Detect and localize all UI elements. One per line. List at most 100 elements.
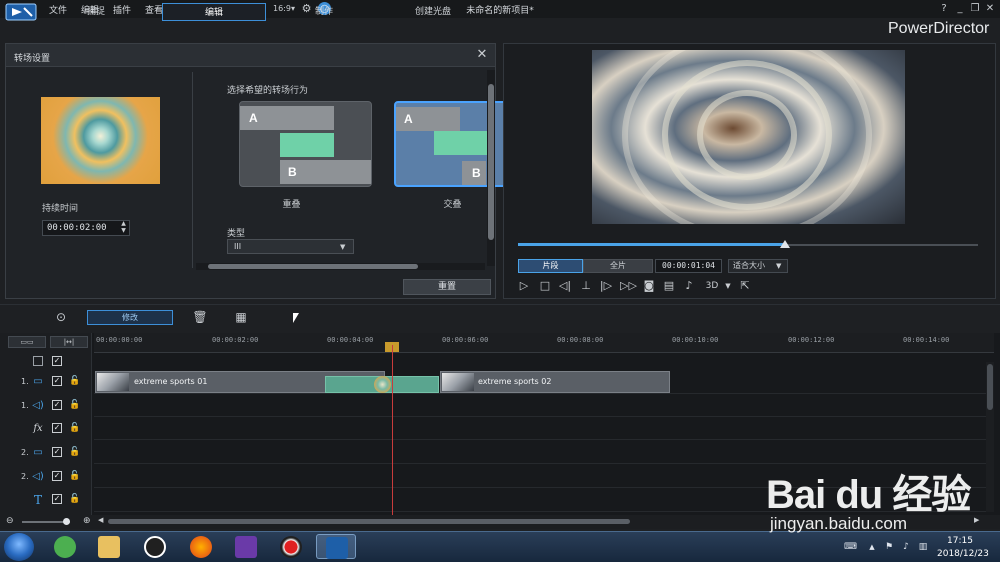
- track-enable-checkbox[interactable]: ✓: [52, 423, 62, 433]
- clock-time[interactable]: 17:15: [947, 536, 973, 546]
- clip-b-letter: B: [288, 165, 297, 179]
- lock-icon[interactable]: 🔓: [69, 469, 81, 483]
- undock-icon[interactable]: ⇱: [738, 279, 752, 293]
- preview-scrub-progress: [518, 243, 785, 246]
- prev-frame-icon[interactable]: ◁|: [558, 279, 572, 293]
- cross-region: [434, 131, 488, 155]
- watermark-url: jingyan.baidu.com: [770, 514, 908, 533]
- lock-icon[interactable]: 🔓: [69, 421, 81, 435]
- 3d-mode-button[interactable]: 3D: [704, 279, 720, 293]
- type-select[interactable]: III: [227, 239, 354, 254]
- fast-forward-icon[interactable]: ▷▷: [620, 279, 637, 293]
- subtitle-icon[interactable]: ▤: [662, 279, 676, 293]
- taskbar-app-explorer[interactable]: [89, 534, 129, 559]
- help-button[interactable]: ?: [937, 2, 951, 16]
- close-icon[interactable]: ✕: [983, 2, 997, 16]
- track-enable-checkbox[interactable]: ✓: [52, 447, 62, 457]
- trim-icon[interactable]: ⊥: [579, 279, 593, 293]
- start-button[interactable]: [4, 533, 34, 561]
- tab-edit[interactable]: 编辑: [162, 3, 266, 21]
- tab-capture[interactable]: 捕捉: [50, 3, 142, 21]
- zoom-out-icon[interactable]: ⊖: [6, 516, 14, 526]
- enable-all-checkbox[interactable]: ✓: [52, 356, 62, 366]
- taskbar-app-firefox[interactable]: [181, 534, 221, 559]
- behavior-overlap-option[interactable]: A B: [239, 101, 372, 187]
- keyboard-icon[interactable]: ⌨: [844, 541, 857, 553]
- preview-video-frame: [592, 50, 905, 224]
- timeline-horizontal-scroll-thumb[interactable]: [108, 519, 630, 524]
- audio-track-icon: ◁): [32, 471, 44, 482]
- network-icon[interactable]: ▥: [917, 541, 929, 553]
- track-enable-checkbox[interactable]: ✓: [52, 494, 62, 504]
- storyboard-view-button[interactable]: ▭▭: [8, 336, 46, 348]
- volume-icon[interactable]: ♪: [682, 279, 696, 293]
- volume-icon[interactable]: ♪: [900, 541, 912, 553]
- restore-icon[interactable]: ❐: [968, 2, 982, 16]
- lock-icon[interactable]: 🔓: [69, 445, 81, 459]
- next-frame-icon[interactable]: |▷: [599, 279, 613, 293]
- snapshot-icon[interactable]: ◙: [642, 279, 656, 293]
- lock-icon[interactable]: 🔓: [69, 492, 81, 506]
- taskbar-app-camtasia[interactable]: [226, 534, 266, 559]
- movie-mode-button[interactable]: 全片: [583, 259, 653, 273]
- collapse-icon[interactable]: ⊙: [53, 309, 69, 325]
- select-all-checkbox[interactable]: [33, 356, 43, 366]
- track-enable-checkbox[interactable]: ✓: [52, 376, 62, 386]
- track-number: 2.: [21, 472, 29, 481]
- stop-icon[interactable]: □: [538, 279, 552, 293]
- transition-preview-thumbnail: [41, 97, 160, 184]
- minimize-icon[interactable]: _: [953, 2, 967, 16]
- clip-thumbnail: [442, 373, 474, 391]
- track-enable-checkbox[interactable]: ✓: [52, 400, 62, 410]
- play-icon[interactable]: ▷: [517, 279, 531, 293]
- clip-mode-button[interactable]: 片段: [518, 259, 583, 273]
- scroll-left-icon[interactable]: ◀: [98, 516, 103, 524]
- security-icon[interactable]: ⚑: [883, 541, 895, 553]
- track-header-title: T ✓ 🔓: [0, 490, 92, 512]
- tab-create-disc[interactable]: 创建光盘: [387, 3, 479, 21]
- dialog-vertical-scroll-thumb[interactable]: [488, 84, 494, 240]
- reset-button[interactable]: 重置: [403, 279, 491, 295]
- app-360-icon: [54, 536, 76, 558]
- taskbar-app-recorder[interactable]: [271, 534, 311, 559]
- menu-view[interactable]: 查看: [145, 3, 163, 16]
- ruler-label: 00:00:04:00: [327, 336, 374, 344]
- track-number: 1.: [21, 377, 29, 386]
- close-icon[interactable]: ✕: [474, 47, 490, 63]
- timecode-field[interactable]: 00:00:01:04: [655, 259, 722, 273]
- clock-date[interactable]: 2018/12/23: [937, 549, 989, 559]
- properties-icon[interactable]: ▦: [233, 309, 249, 325]
- timeline-vertical-scroll-thumb[interactable]: [987, 364, 993, 410]
- tab-produce[interactable]: 制作: [278, 3, 370, 21]
- dialog-horizontal-scroll-thumb[interactable]: [208, 264, 418, 269]
- qq-icon: [144, 536, 166, 558]
- tray-expand-icon[interactable]: ▲: [866, 541, 878, 553]
- zoom-slider-knob[interactable]: [63, 518, 70, 525]
- track-row: [94, 394, 986, 417]
- lock-icon[interactable]: 🔓: [69, 398, 81, 412]
- fit-timeline-button[interactable]: |↔|: [50, 336, 88, 348]
- video-clip[interactable]: extreme sports 02: [440, 371, 670, 393]
- chevron-down-icon[interactable]: ▼: [340, 243, 345, 251]
- ruler-label: 00:00:00:00: [96, 336, 143, 344]
- folder-icon: [98, 536, 120, 558]
- chevron-down-icon[interactable]: ▼: [721, 279, 735, 293]
- zoom-fit-select[interactable]: 适合大小 ▼: [728, 259, 788, 273]
- ruler-label: 00:00:06:00: [442, 336, 489, 344]
- duration-spinner[interactable]: ▲ ▼: [117, 220, 130, 236]
- trash-icon[interactable]: 🗑: [192, 309, 208, 325]
- track-row: [94, 417, 986, 440]
- zoom-in-icon[interactable]: ⊕: [83, 516, 91, 526]
- overlap-label: 重叠: [282, 200, 301, 210]
- taskbar-app-powerdirector[interactable]: [316, 534, 356, 559]
- scroll-right-icon[interactable]: ▶: [974, 516, 979, 524]
- ruler-label: 00:00:08:00: [557, 336, 604, 344]
- track-enable-checkbox[interactable]: ✓: [52, 471, 62, 481]
- modify-button[interactable]: 修改: [87, 310, 173, 325]
- preview-scrub-handle[interactable]: [779, 240, 790, 248]
- cross-label: 交叠: [443, 200, 462, 210]
- lock-icon[interactable]: 🔓: [69, 374, 81, 388]
- taskbar-app-360[interactable]: [45, 534, 85, 559]
- type-label: 类型: [227, 229, 246, 239]
- taskbar-app-qq[interactable]: [135, 534, 175, 559]
